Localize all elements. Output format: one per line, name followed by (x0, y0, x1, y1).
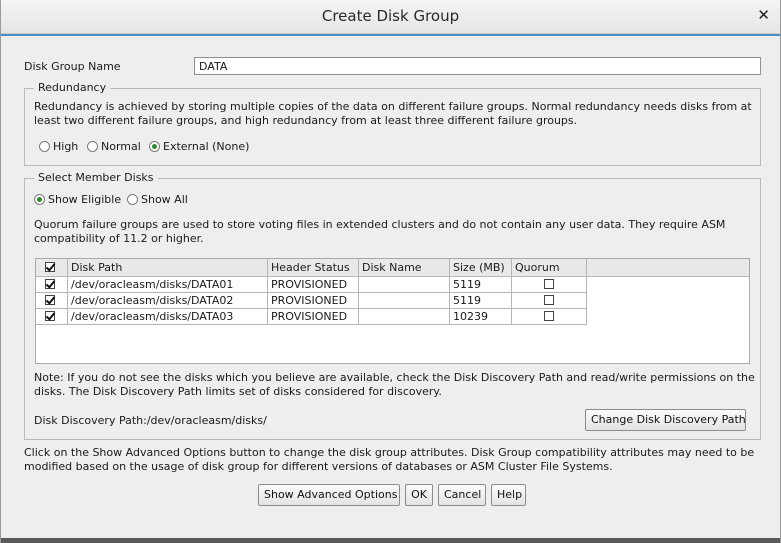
radio-external[interactable]: External (None) (149, 140, 249, 153)
table-cell-disk-path[interactable]: /dev/oracleasm/disks/DATA03 (68, 309, 268, 325)
quorum-checkbox[interactable] (544, 279, 554, 289)
dialog-title: Create Disk Group (321, 7, 460, 25)
change-disk-discovery-path-button[interactable]: Change Disk Discovery Path (585, 409, 746, 431)
quorum-checkbox[interactable] (544, 311, 554, 321)
radio-normal-indicator[interactable] (87, 141, 98, 152)
radio-normal-label: Normal (101, 140, 141, 153)
radio-high-indicator[interactable] (39, 141, 50, 152)
redundancy-description-line1: Redundancy is achieved by storing multip… (34, 100, 752, 113)
table-cell-quorum[interactable] (512, 293, 587, 309)
redundancy-legend: Redundancy (34, 81, 111, 94)
table-cell-disk-name[interactable] (359, 309, 450, 325)
radio-external-label: External (None) (163, 140, 250, 153)
radio-show-all-label: Show All (141, 193, 188, 206)
disk-group-name-label: Disk Group Name (24, 60, 121, 73)
radio-show-eligible-label: Show Eligible (48, 193, 122, 206)
table-cell-disk-path[interactable]: /dev/oracleasm/disks/DATA02 (68, 293, 268, 309)
table-row-select-cell[interactable] (36, 277, 68, 293)
column-header-disk-name[interactable]: Disk Name (359, 259, 450, 277)
quorum-note-line2: compatibility of 11.2 or higher. (34, 232, 204, 245)
radio-show-eligible-indicator[interactable] (34, 194, 45, 205)
title-bar[interactable]: Create Disk Group ✕ (1, 0, 780, 34)
table-cell-disk-path[interactable]: /dev/oracleasm/disks/DATA01 (68, 277, 268, 293)
row-select-checkbox[interactable] (45, 279, 55, 289)
table-cell-quorum[interactable] (512, 277, 587, 293)
table-cell-header-status[interactable]: PROVISIONED (268, 293, 359, 309)
radio-normal[interactable]: Normal (87, 140, 141, 153)
select-all-header[interactable] (36, 259, 68, 277)
disk-group-name-input[interactable]: DATA (194, 57, 761, 75)
close-icon[interactable]: ✕ (757, 6, 770, 24)
row-select-checkbox[interactable] (45, 311, 55, 321)
column-header-size[interactable]: Size (MB) (450, 259, 512, 277)
column-header-header-status[interactable]: Header Status (268, 259, 359, 277)
discovery-note-line1: Note: If you do not see the disks which … (34, 371, 755, 384)
table-cell-header-status[interactable]: PROVISIONED (268, 277, 359, 293)
ok-button[interactable]: OK (405, 484, 433, 506)
title-accent-line (1, 34, 780, 36)
radio-show-all-indicator[interactable] (127, 194, 138, 205)
advanced-info-line2: modified based on the usage of disk grou… (24, 460, 613, 473)
radio-show-all[interactable]: Show All (127, 193, 188, 206)
quorum-checkbox[interactable] (544, 295, 554, 305)
column-header-disk-path[interactable]: Disk Path (68, 259, 268, 277)
create-disk-group-dialog: Create Disk Group ✕ Disk Group Name DATA… (0, 0, 781, 543)
table-cell-header-status[interactable]: PROVISIONED (268, 309, 359, 325)
table-cell-disk-name[interactable] (359, 293, 450, 309)
row-select-checkbox[interactable] (45, 295, 55, 305)
member-disks-legend: Select Member Disks (34, 171, 158, 184)
table-cell-disk-name[interactable] (359, 277, 450, 293)
radio-show-eligible[interactable]: Show Eligible (34, 193, 121, 206)
radio-high-label: High (53, 140, 79, 153)
radio-high[interactable]: High (39, 140, 78, 153)
advanced-info-line1: Click on the Show Advanced Options butto… (24, 446, 755, 459)
table-row-select-cell[interactable] (36, 293, 68, 309)
disk-discovery-path-text: Disk Discovery Path:/dev/oracleasm/disks… (34, 414, 267, 427)
select-all-checkbox[interactable] (45, 262, 55, 272)
table-cell-size[interactable]: 10239 (450, 309, 512, 325)
show-advanced-options-button[interactable]: Show Advanced Options (258, 484, 400, 506)
discovery-note-line2: disks. The Disk Discovery Path limits se… (34, 385, 442, 398)
table-cell-quorum[interactable] (512, 309, 587, 325)
redundancy-description-line2: least two different failure groups, and … (34, 114, 578, 127)
radio-external-indicator[interactable] (149, 141, 160, 152)
cancel-button[interactable]: Cancel (438, 484, 486, 506)
disks-table[interactable]: Disk Path Header Status Disk Name Size (… (35, 258, 750, 364)
help-button[interactable]: Help (491, 484, 526, 506)
quorum-note-line1: Quorum failure groups are used to store … (34, 218, 726, 231)
table-cell-size[interactable]: 5119 (450, 293, 512, 309)
column-header-filler (587, 259, 749, 277)
column-header-quorum[interactable]: Quorum (512, 259, 587, 277)
table-cell-size[interactable]: 5119 (450, 277, 512, 293)
desktop-background-strip (1, 538, 780, 543)
table-row-select-cell[interactable] (36, 309, 68, 325)
